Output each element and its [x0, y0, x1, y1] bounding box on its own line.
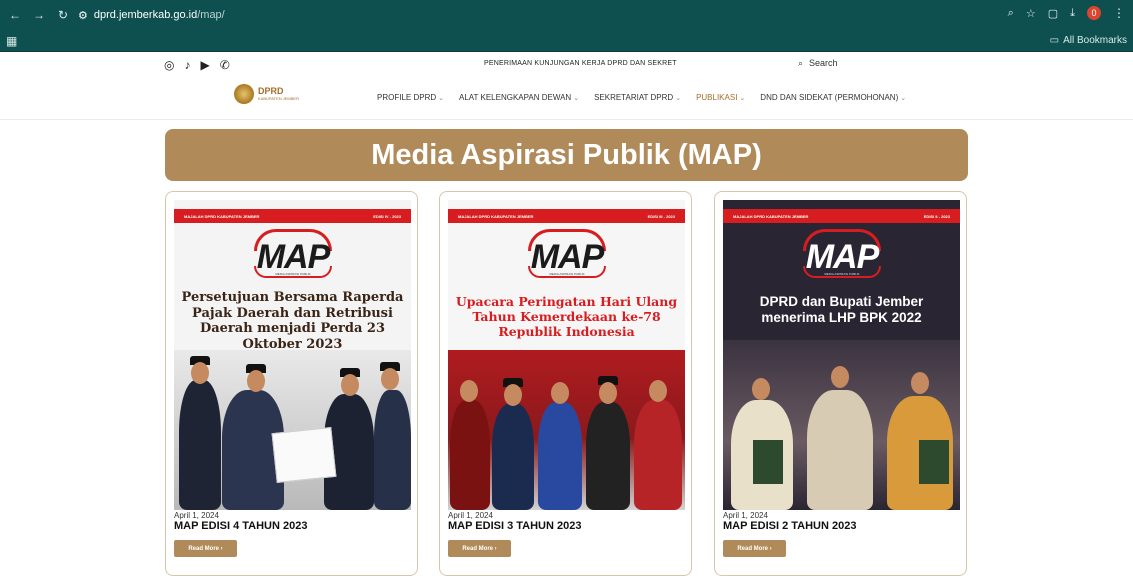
apps-grid-icon[interactable]: ▦: [6, 34, 17, 48]
map-logo: MAP MEDIA ASPIRASI PUBLIK: [244, 226, 342, 280]
back-icon[interactable]: ←: [6, 6, 24, 24]
nav-menu: PROFILE DPRD ⌄ ALAT KELENGKAPAN DEWAN ⌄ SE…: [377, 93, 906, 102]
cover-header: MAJALAH DPRD KABUPATEN JEMBER EDISI III …: [448, 209, 685, 223]
read-more-button[interactable]: Read More ›: [448, 540, 511, 557]
youtube-icon[interactable]: ▶: [200, 58, 209, 72]
profile-avatar[interactable]: 0: [1087, 6, 1101, 20]
page-title: Media Aspirasi Publik (MAP): [371, 138, 762, 171]
post-title[interactable]: MAP EDISI 2 TAHUN 2023: [723, 520, 856, 532]
cover-photo: [174, 350, 411, 510]
browser-menu-icon[interactable]: ⋮: [1113, 6, 1125, 20]
map-logo: MAP MEDIA ASPIRASI PUBLIK: [793, 226, 891, 280]
emblem-icon: [234, 84, 254, 104]
whatsapp-icon[interactable]: ✆: [220, 58, 230, 72]
post-date: April 1, 2024: [723, 511, 768, 520]
site-logo[interactable]: DPRD KABUPATEN JEMBER: [234, 84, 299, 104]
site-info-icon[interactable]: ⚙: [78, 9, 88, 22]
nav-item-dnd-sidekat[interactable]: DND DAN SIDEKAT (PERMOHONAN) ⌄: [760, 93, 906, 102]
map-logo: MAP MEDIA ASPIRASI PUBLIK: [518, 226, 616, 280]
extensions-icon[interactable]: ▢: [1048, 7, 1058, 20]
instagram-icon[interactable]: ◎: [164, 58, 174, 72]
chevron-down-icon: ⌄: [438, 95, 444, 102]
tiktok-icon[interactable]: ♪: [184, 58, 190, 72]
address-bar[interactable]: ⚙ dprd.jemberkab.go.id/map/: [78, 9, 225, 22]
nav-item-publikasi[interactable]: PUBLIKASI ⌄: [696, 93, 745, 102]
main-navigation: DPRD KABUPATEN JEMBER PROFILE DPRD ⌄ ALAT…: [0, 78, 1133, 120]
cover-photo: [723, 340, 960, 510]
article-card[interactable]: MAJALAH DPRD KABUPATEN JEMBER EDISI III …: [439, 191, 692, 576]
search-icon: ⌕: [798, 58, 804, 68]
magazine-cover[interactable]: MAJALAH DPRD KABUPATEN JEMBER EDISI II -…: [723, 200, 960, 510]
search-placeholder: Search: [809, 58, 838, 68]
reload-icon[interactable]: ↻: [54, 6, 72, 24]
cover-header: MAJALAH DPRD KABUPATEN JEMBER EDISI IV -…: [174, 209, 411, 223]
logo-subtitle: KABUPATEN JEMBER: [258, 96, 299, 101]
url-path: /map/: [197, 9, 225, 21]
nav-item-alat-kelengkapan[interactable]: ALAT KELENGKAPAN DEWAN ⌄: [459, 93, 579, 102]
social-links: ◎ ♪ ▶ ✆: [164, 58, 230, 72]
search-box[interactable]: ⌕ Search: [798, 58, 838, 69]
article-card[interactable]: MAJALAH DPRD KABUPATEN JEMBER EDISI IV -…: [165, 191, 418, 576]
forward-icon[interactable]: →: [30, 6, 48, 24]
nav-item-sekretariat[interactable]: SEKRETARIAT DPRD ⌄: [594, 93, 681, 102]
chevron-down-icon: ⌄: [900, 95, 907, 102]
cover-header: MAJALAH DPRD KABUPATEN JEMBER EDISI II -…: [723, 209, 960, 223]
bookmark-star-icon[interactable]: ☆: [1026, 7, 1036, 20]
site-topbar: ◎ ♪ ▶ ✆ PENERIMAAN KUNJUNGAN KERJA DPRD …: [0, 53, 1133, 77]
url-host: dprd.jemberkab.go.id: [93, 9, 198, 21]
all-bookmarks-label: All Bookmarks: [1063, 35, 1127, 46]
nav-item-profile-dprd[interactable]: PROFILE DPRD ⌄: [377, 93, 444, 102]
post-date: April 1, 2024: [448, 511, 493, 520]
bookmarks-bar: ▦ ▭ All Bookmarks: [0, 30, 1133, 52]
logo-title: DPRD: [258, 86, 284, 96]
news-ticker[interactable]: PENERIMAAN KUNJUNGAN KERJA DPRD DAN SEKR…: [484, 60, 677, 67]
cover-headline: Persetujuan Bersama Raperda Pajak Daerah…: [181, 290, 404, 352]
download-icon[interactable]: ⤓: [1070, 7, 1075, 20]
read-more-button[interactable]: Read More ›: [723, 540, 786, 557]
browser-toolbar: ← → ↻ ⚙ dprd.jemberkab.go.id/map/ ⌕ ☆ ▢ …: [0, 0, 1133, 30]
cover-photo: [448, 350, 685, 510]
chevron-down-icon: ⌄: [739, 95, 746, 102]
chevron-down-icon: ⌄: [573, 95, 580, 102]
post-title[interactable]: MAP EDISI 4 TAHUN 2023: [174, 520, 307, 532]
page-banner: Media Aspirasi Publik (MAP): [165, 129, 968, 181]
zoom-icon[interactable]: ⌕: [1008, 7, 1014, 20]
article-card[interactable]: MAJALAH DPRD KABUPATEN JEMBER EDISI II -…: [714, 191, 967, 576]
magazine-cover[interactable]: MAJALAH DPRD KABUPATEN JEMBER EDISI III …: [448, 200, 685, 510]
read-more-button[interactable]: Read More ›: [174, 540, 237, 557]
cover-headline: Upacara Peringatan Hari Ulang Tahun Keme…: [455, 294, 678, 339]
all-bookmarks-button[interactable]: ▭ All Bookmarks: [1050, 35, 1127, 46]
post-title[interactable]: MAP EDISI 3 TAHUN 2023: [448, 520, 581, 532]
chevron-down-icon: ⌄: [675, 95, 682, 102]
cover-headline: DPRD dan Bupati Jember menerima LHP BPK …: [759, 294, 924, 326]
magazine-cover[interactable]: MAJALAH DPRD KABUPATEN JEMBER EDISI IV -…: [174, 200, 411, 510]
folder-icon: ▭: [1049, 35, 1060, 46]
post-date: April 1, 2024: [174, 511, 219, 520]
